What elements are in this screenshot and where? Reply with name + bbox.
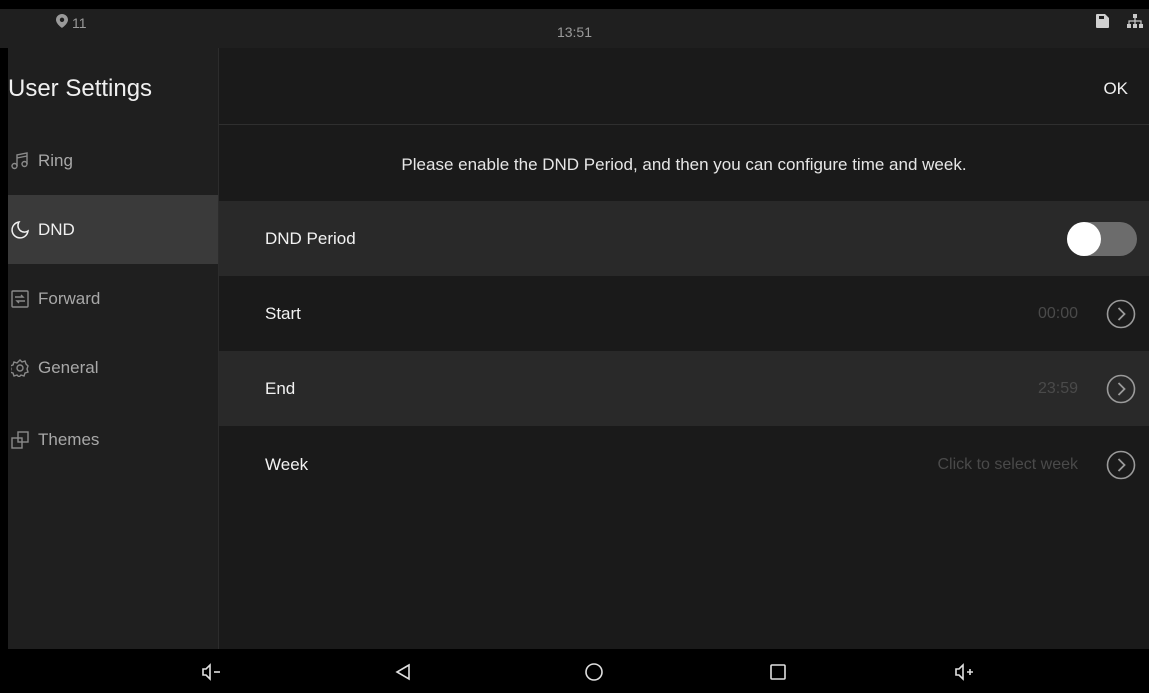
- week-row[interactable]: Week Click to select week: [219, 427, 1149, 502]
- header: OK: [219, 48, 1149, 125]
- dnd-period-row[interactable]: DND Period: [219, 201, 1149, 276]
- forward-icon: [10, 289, 30, 309]
- status-bar: 11 13:51: [0, 0, 1149, 48]
- sidebar-item-ring[interactable]: Ring: [8, 126, 218, 195]
- sidebar: User Settings Ring DND Forward General T…: [8, 48, 218, 649]
- sidebar-item-label: Ring: [38, 150, 73, 170]
- toggle-knob: [1067, 221, 1101, 256]
- end-value: 23:59: [1037, 379, 1078, 397]
- sd-card-icon: [1095, 14, 1109, 33]
- home-icon[interactable]: [579, 657, 609, 687]
- ok-button[interactable]: OK: [1103, 79, 1128, 99]
- sidebar-item-label: DND: [38, 219, 75, 239]
- sidebar-item-dnd[interactable]: DND: [8, 195, 218, 264]
- week-value: Click to select week: [937, 455, 1079, 473]
- back-icon[interactable]: [388, 657, 418, 687]
- dnd-period-label: DND Period: [265, 228, 356, 248]
- status-icons: [1095, 14, 1143, 33]
- end-label: End: [265, 378, 296, 398]
- volume-up-icon[interactable]: [950, 657, 980, 687]
- dnd-period-toggle[interactable]: [1067, 221, 1137, 256]
- page-title: User Settings: [8, 75, 153, 102]
- network-icon: [1127, 14, 1143, 33]
- start-value: 00:00: [1037, 304, 1078, 322]
- recents-icon[interactable]: [763, 657, 793, 687]
- navigation-bar: [0, 649, 1149, 693]
- sidebar-item-themes[interactable]: Themes: [8, 405, 218, 474]
- start-label: Start: [265, 303, 301, 323]
- moon-icon: [10, 220, 30, 240]
- week-label: Week: [265, 454, 309, 474]
- sidebar-item-label: Forward: [38, 288, 101, 308]
- volume-down-icon[interactable]: [197, 657, 227, 687]
- sidebar-item-forward[interactable]: Forward: [8, 264, 218, 333]
- chevron-right-icon[interactable]: [1106, 374, 1136, 404]
- end-row[interactable]: End 23:59: [219, 351, 1149, 426]
- dnd-settings-panel: OK Please enable the DND Period, and the…: [218, 48, 1149, 649]
- chevron-right-icon[interactable]: [1106, 299, 1136, 329]
- sidebar-item-general[interactable]: General: [8, 333, 218, 402]
- sidebar-item-label: General: [38, 357, 99, 377]
- start-row[interactable]: Start 00:00: [219, 276, 1149, 351]
- themes-icon: [10, 430, 30, 450]
- clock: 13:51: [556, 24, 593, 40]
- sidebar-item-label: Themes: [38, 429, 100, 449]
- music-note-icon: [10, 151, 30, 171]
- dnd-hint-text: Please enable the DND Period, and then y…: [401, 155, 967, 174]
- chevron-right-icon[interactable]: [1106, 450, 1136, 480]
- gear-icon: [10, 358, 30, 378]
